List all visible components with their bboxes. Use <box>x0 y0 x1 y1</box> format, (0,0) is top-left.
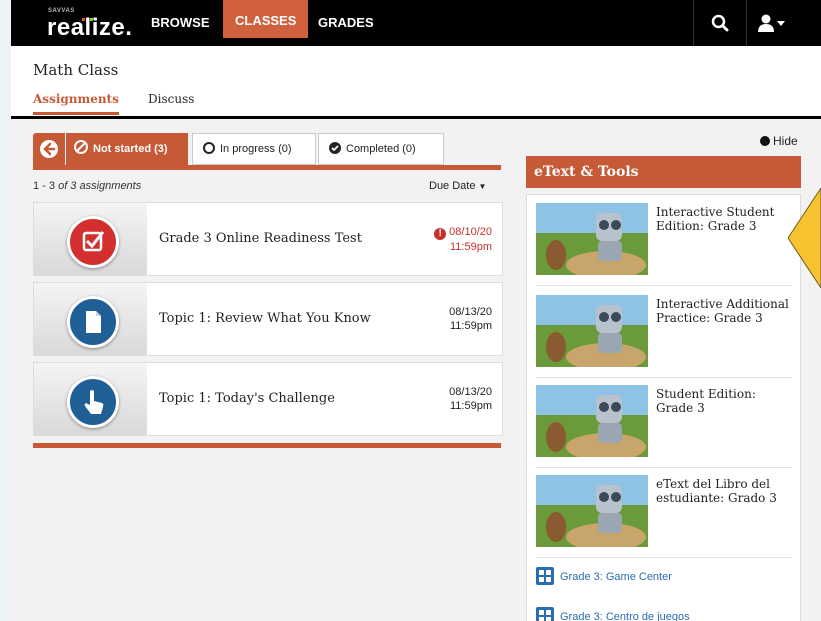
check-circle-icon <box>329 142 341 154</box>
assignment-date: 08/13/20 <box>449 386 492 398</box>
assignment-thumbnail <box>34 203 147 275</box>
filter-in-progress[interactable]: In progress (0) <box>192 133 316 165</box>
tool-item[interactable]: Student Edition: Grade 3 <box>536 377 792 468</box>
centro-de-juegos-link[interactable]: Grade 3: Centro de juegos <box>536 607 690 621</box>
game-grid-icon <box>536 607 554 621</box>
top-nav: SAVVAS realize. BROWSE CLASSES GRADES <box>11 0 821 46</box>
checkbox-icon <box>67 216 119 268</box>
tool-thumbnail <box>536 203 648 275</box>
minus-circle-icon <box>760 136 770 146</box>
hand-pointer-icon <box>67 376 119 428</box>
alert-icon: ! <box>434 228 447 240</box>
tool-title: Interactive Student Edition: Grade 3 <box>656 205 775 233</box>
assignment-date: 08/13/20 <box>449 306 492 318</box>
back-button[interactable] <box>33 133 65 165</box>
not-started-icon <box>74 140 88 154</box>
assignment-thumbnail <box>34 283 147 355</box>
tool-item[interactable]: Interactive Additional Practice: Grade 3 <box>536 287 792 378</box>
assignment-thumbnail <box>34 363 147 435</box>
sort-due-date-label: Due Date <box>429 180 476 192</box>
assignment-time: 11:59pm <box>450 241 492 253</box>
etext-tools-panel: Interactive Student Edition: Grade 3 Int… <box>526 194 801 621</box>
tool-thumbnail <box>536 295 648 367</box>
assignment-count-range: 1 - 3 <box>33 180 56 192</box>
game-center-link[interactable]: Grade 3: Game Center <box>536 567 672 585</box>
assignment-count-total: of 3 assignments <box>58 180 142 192</box>
etext-tools-header: eText & Tools <box>526 156 801 188</box>
filter-in-progress-label: In progress (0) <box>220 143 292 155</box>
tool-item[interactable]: Interactive Student Edition: Grade 3 <box>536 195 792 286</box>
assignment-due-date: ! 08/10/20 11:59pm <box>434 225 492 254</box>
assignment-due-date: 08/13/20 11:59pm <box>449 385 492 413</box>
tab-assignments[interactable]: Assignments <box>33 92 119 115</box>
tool-title: eText del Libro del estudiante: Grado 3 <box>656 477 777 505</box>
filter-completed-label: Completed (0) <box>346 143 416 155</box>
filter-not-started-label: Not started (3) <box>93 143 168 155</box>
assignment-time: 11:59pm <box>450 400 492 412</box>
filter-not-started[interactable]: Not started (3) <box>66 133 188 165</box>
nav-browse[interactable]: BROWSE <box>139 0 222 46</box>
search-icon <box>711 14 729 32</box>
assignment-date: 08/10/20 <box>449 226 492 238</box>
logo-text: realize. <box>47 14 133 41</box>
app-frame: SAVVAS realize. BROWSE CLASSES GRADES Ma… <box>11 0 821 621</box>
callout-arrow-icon <box>788 188 821 288</box>
tool-thumbnail <box>536 475 648 547</box>
tool-thumbnail <box>536 385 648 457</box>
user-icon <box>758 14 785 32</box>
caret-down-icon <box>777 21 785 26</box>
assignment-count: 1 - 3 of 3 assignments <box>33 180 141 192</box>
list-top-divider <box>33 165 501 170</box>
user-menu-button[interactable] <box>746 0 799 46</box>
assignment-title[interactable]: Grade 3 Online Readiness Test <box>159 231 362 246</box>
assignment-title[interactable]: Topic 1: Review What You Know <box>159 311 371 326</box>
clock-icon <box>203 142 215 154</box>
status-filter-bar: Not started (3) In progress (0) Complete… <box>33 133 501 165</box>
tool-title: Student Edition: Grade 3 <box>656 387 756 415</box>
document-icon <box>67 296 119 348</box>
hide-panel-button[interactable]: Hide <box>760 134 798 148</box>
assignment-time: 11:59pm <box>450 320 492 332</box>
filter-completed[interactable]: Completed (0) <box>318 133 444 165</box>
hide-label: Hide <box>773 134 798 148</box>
tab-discuss[interactable]: Discuss <box>148 92 194 106</box>
class-header: Math Class Assignments Discuss <box>11 46 821 119</box>
nav-grades[interactable]: GRADES <box>306 0 386 46</box>
realize-logo[interactable]: SAVVAS realize. <box>44 4 134 42</box>
assignment-due-date: 08/13/20 11:59pm <box>449 305 492 333</box>
sort-due-date[interactable]: Due Date ▼ <box>429 180 486 192</box>
tool-item[interactable]: eText del Libro del estudiante: Grado 3 <box>536 467 792 558</box>
centro-de-juegos-label: Grade 3: Centro de juegos <box>560 611 690 621</box>
assignment-title[interactable]: Topic 1: Today's Challenge <box>159 391 335 406</box>
nav-classes[interactable]: CLASSES <box>223 0 309 38</box>
list-bottom-divider <box>33 443 501 448</box>
assignment-row[interactable]: Topic 1: Review What You Know 08/13/20 1… <box>33 282 503 356</box>
caret-down-icon: ▼ <box>478 182 487 191</box>
assignment-row[interactable]: Grade 3 Online Readiness Test ! 08/10/20 … <box>33 202 503 276</box>
tool-title: Interactive Additional Practice: Grade 3 <box>656 297 789 325</box>
search-button[interactable] <box>693 0 746 46</box>
game-center-label: Grade 3: Game Center <box>560 571 672 583</box>
class-title: Math Class <box>33 61 119 79</box>
back-arrow-icon <box>40 140 58 158</box>
game-grid-icon <box>536 567 554 585</box>
assignment-row[interactable]: Topic 1: Today's Challenge 08/13/20 11:5… <box>33 362 503 436</box>
